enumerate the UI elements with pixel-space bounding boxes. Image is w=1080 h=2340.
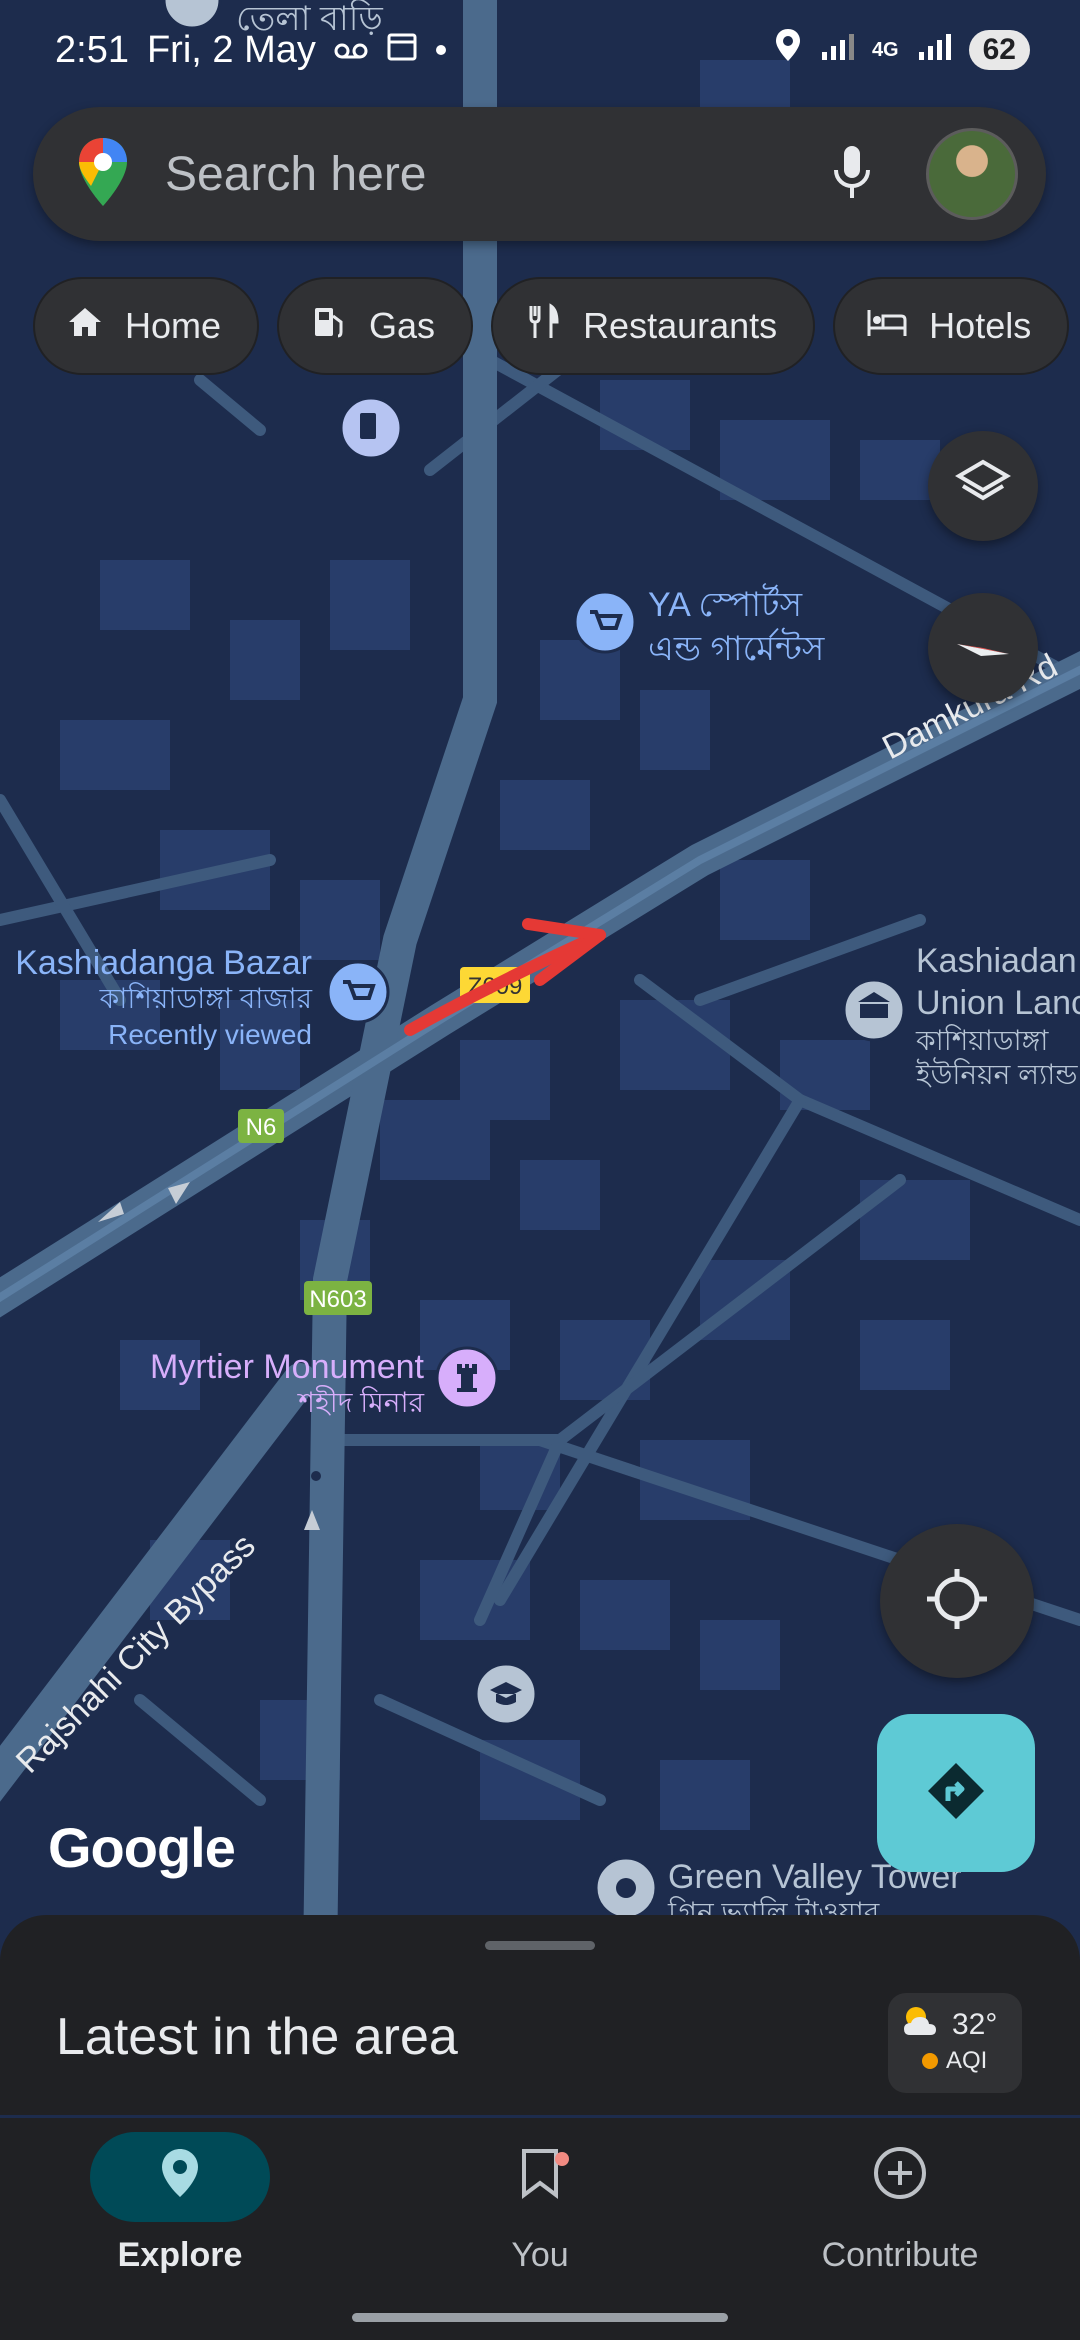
gas-station-marker[interactable] bbox=[339, 396, 403, 460]
my-location-button[interactable] bbox=[880, 1524, 1034, 1678]
green-valley-marker[interactable] bbox=[594, 1856, 658, 1920]
signal-icon-2 bbox=[917, 29, 951, 72]
directions-icon bbox=[924, 1759, 988, 1828]
explore-pin-icon bbox=[160, 2147, 200, 2208]
chip-hotels[interactable]: Hotels bbox=[833, 277, 1070, 375]
notification-dot-icon bbox=[435, 45, 446, 55]
layers-button[interactable] bbox=[928, 431, 1038, 541]
compass-button[interactable] bbox=[928, 593, 1038, 703]
union-label-2: Union Lanc bbox=[916, 984, 1080, 1022]
route-label-n603: N603 bbox=[309, 1286, 366, 1313]
google-attribution: Google bbox=[48, 1816, 236, 1879]
location-icon bbox=[774, 27, 802, 73]
category-chips: Home Gas Restaurants Hotels bbox=[33, 277, 1070, 375]
aqi-dot-icon bbox=[922, 2053, 938, 2069]
mic-icon[interactable] bbox=[832, 144, 872, 205]
monument-label-bn: শহীদ মিনার bbox=[296, 1385, 424, 1418]
nav-contribute[interactable]: Contribute bbox=[720, 2132, 1080, 2275]
search-input[interactable]: Search here bbox=[165, 147, 832, 202]
maps-pin-logo bbox=[77, 136, 129, 213]
my-location-icon bbox=[925, 1567, 989, 1636]
chip-home[interactable]: Home bbox=[33, 277, 260, 375]
home-icon bbox=[65, 302, 105, 351]
chip-restaurants[interactable]: Restaurants bbox=[491, 277, 816, 375]
union-land-marker[interactable] bbox=[842, 978, 906, 1042]
chip-label: Hotels bbox=[929, 305, 1032, 346]
voicemail-icon bbox=[334, 29, 368, 72]
gas-station-icon bbox=[309, 302, 349, 351]
ya-sports-marker[interactable] bbox=[573, 590, 637, 654]
add-circle-icon bbox=[872, 2145, 928, 2210]
nav-label: You bbox=[511, 2236, 569, 2274]
union-label-bn-2: ইউনিয়ন ল্যান্ড স bbox=[915, 1057, 1080, 1090]
weather-widget[interactable]: 32° AQI bbox=[888, 1993, 1022, 2093]
avatar[interactable] bbox=[926, 128, 1018, 220]
aqi-label: AQI bbox=[946, 2047, 988, 2074]
calendar-icon bbox=[386, 29, 418, 72]
status-bar: 2:51 Fri, 2 May 4G 62 bbox=[0, 0, 1080, 100]
status-time: 2:51 bbox=[55, 28, 129, 71]
battery-icon: 62 bbox=[968, 30, 1030, 70]
chip-label: Home bbox=[125, 305, 222, 346]
status-date: Fri, 2 May bbox=[146, 28, 316, 71]
network-type: 4G bbox=[871, 38, 899, 61]
bazar-marker[interactable] bbox=[326, 960, 390, 1024]
partly-cloudy-icon bbox=[900, 2003, 944, 2047]
union-label-bn-1: কাশিয়াডাঙ্গা bbox=[915, 1024, 1049, 1056]
chip-label: Gas bbox=[369, 305, 436, 346]
route-label-n6: N6 bbox=[246, 1114, 277, 1141]
search-bar[interactable]: Search here bbox=[33, 107, 1046, 241]
temperature: 32° bbox=[952, 2008, 998, 2041]
school-marker[interactable] bbox=[474, 1662, 538, 1726]
directions-button[interactable] bbox=[877, 1714, 1035, 1872]
ya-sports-label: YA স্পোর্টস bbox=[648, 583, 803, 624]
nav-you[interactable]: You bbox=[360, 2132, 720, 2275]
nav-label: Explore bbox=[117, 2236, 243, 2274]
bed-icon bbox=[865, 302, 909, 351]
sheet-title: Latest in the area bbox=[56, 2008, 458, 2066]
chip-label: Restaurants bbox=[583, 305, 778, 346]
sheet-drag-handle[interactable] bbox=[485, 1941, 595, 1950]
signal-icon bbox=[820, 29, 854, 72]
gesture-home-bar[interactable] bbox=[352, 2313, 728, 2322]
bottom-sheet[interactable]: Latest in the area 32° AQI bbox=[0, 1915, 1080, 2115]
compass-icon bbox=[951, 626, 1015, 671]
monument-marker[interactable] bbox=[435, 1346, 499, 1410]
layers-icon bbox=[955, 456, 1011, 517]
notification-badge bbox=[555, 2152, 569, 2166]
monument-label: Myrtier Monument bbox=[150, 1348, 425, 1386]
chip-gas[interactable]: Gas bbox=[277, 277, 474, 375]
bazar-label-bn: কাশিয়াডাঙ্গা বাজার bbox=[99, 982, 313, 1014]
bookmark-icon bbox=[520, 2147, 560, 2208]
nav-explore[interactable]: Explore bbox=[0, 2132, 360, 2275]
fork-knife-icon bbox=[523, 302, 563, 351]
ya-sports-label-bn: এন্ড গার্মেন্টস bbox=[648, 628, 825, 668]
bazar-note: Recently viewed bbox=[108, 1019, 312, 1050]
nav-label: Contribute bbox=[821, 2236, 979, 2274]
union-label-1: Kashiadan bbox=[916, 942, 1077, 980]
bazar-label: Kashiadanga Bazar bbox=[15, 944, 312, 982]
bottom-navigation: Explore You Contribute bbox=[0, 2118, 1080, 2340]
intersection-dot bbox=[311, 1471, 321, 1481]
